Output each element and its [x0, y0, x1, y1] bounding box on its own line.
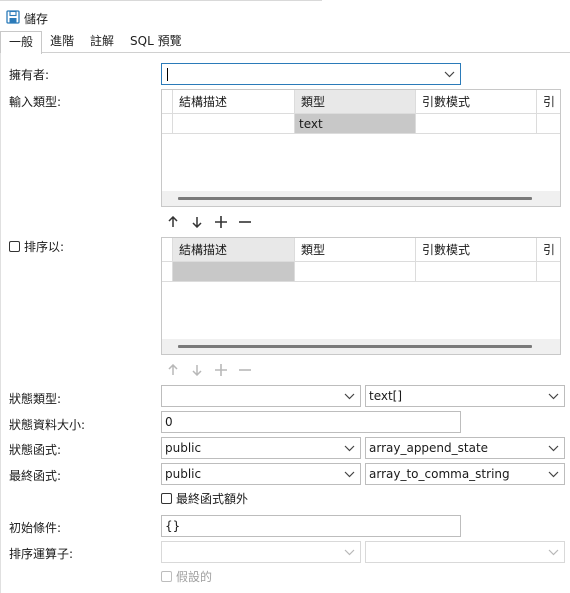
column-header-schema[interactable]: 結構描述	[173, 238, 295, 262]
chevron-down-icon	[344, 445, 355, 452]
cell-mode[interactable]	[416, 262, 537, 282]
owner-label: 擁有者:	[9, 68, 50, 82]
chevron-down-icon	[548, 393, 559, 400]
order-by-grid[interactable]: 結構描述 類型 引數模式 引	[161, 237, 561, 355]
scrollbar-thumb[interactable]	[178, 345, 532, 348]
cell-schema[interactable]	[173, 262, 295, 282]
state-type-schema-select[interactable]	[161, 385, 361, 407]
cell-schema[interactable]	[173, 114, 295, 134]
plus-icon	[215, 216, 227, 228]
final-func-schema-select[interactable]: public	[161, 463, 361, 485]
cell-mode[interactable]	[416, 114, 537, 134]
scrollbar-thumb[interactable]	[178, 197, 532, 200]
top-divider	[0, 0, 322, 1]
column-header-mode[interactable]: 引數模式	[416, 90, 537, 114]
chevron-down-icon	[444, 71, 455, 78]
sort-op-label: 排序運算子:	[9, 547, 74, 561]
final-func-select[interactable]: array_to_comma_string	[365, 463, 565, 485]
column-header-schema[interactable]: 結構描述	[173, 90, 295, 114]
chevron-down-icon	[548, 549, 559, 556]
sort-op-select[interactable]	[365, 541, 565, 563]
final-extra-label: 最終函式額外	[176, 492, 249, 506]
column-header-default[interactable]: 引	[537, 90, 560, 114]
checkbox-box[interactable]	[9, 241, 20, 252]
minus-icon	[239, 221, 251, 223]
save-label: 儲存	[24, 11, 49, 26]
move-down-button-disabled[interactable]	[190, 363, 204, 377]
chevron-down-icon	[344, 549, 355, 556]
state-type-select[interactable]: text[]	[365, 385, 565, 407]
tab-comment[interactable]: 註解	[82, 31, 122, 52]
horizontal-scrollbar[interactable]	[162, 339, 560, 354]
add-row-button[interactable]	[214, 215, 228, 229]
arrow-down-icon	[192, 217, 202, 228]
save-button[interactable]: 儲存	[6, 8, 48, 28]
tab-bar: 一般 進階 註解 SQL 預覽	[0, 31, 190, 54]
init-cond-label: 初始條件:	[9, 521, 62, 535]
init-cond-input[interactable]: {}	[161, 515, 461, 537]
input-types-label: 輸入類型:	[9, 95, 62, 109]
minus-icon	[239, 369, 251, 371]
hypothetical-label: 假設的	[176, 570, 213, 584]
final-extra-checkbox[interactable]: 最終函式額外	[161, 490, 248, 507]
add-row-button-disabled[interactable]	[214, 363, 228, 377]
text-cursor	[167, 67, 168, 81]
cell-type[interactable]	[295, 262, 416, 282]
state-size-label: 狀態資料大小:	[9, 418, 86, 432]
save-icon	[6, 9, 20, 27]
column-header-type[interactable]: 類型	[295, 238, 416, 262]
input-types-grid[interactable]: 結構描述 類型 引數模式 引 text	[161, 89, 561, 207]
chevron-down-icon	[344, 393, 355, 400]
owner-select[interactable]	[161, 63, 461, 85]
horizontal-scrollbar[interactable]	[162, 191, 560, 206]
checkbox-box[interactable]	[161, 493, 172, 504]
plus-icon	[215, 364, 227, 376]
cell-default[interactable]	[537, 262, 560, 282]
row-header[interactable]	[162, 114, 173, 134]
final-func-label: 最終函式:	[9, 469, 62, 483]
move-down-button[interactable]	[190, 215, 204, 229]
panel-left-border	[0, 53, 1, 593]
arrow-down-icon	[192, 365, 202, 376]
column-header-mode[interactable]: 引數模式	[416, 238, 537, 262]
row-header[interactable]	[162, 262, 173, 282]
remove-row-button-disabled[interactable]	[238, 363, 252, 377]
state-type-label: 狀態類型:	[9, 392, 62, 406]
checkbox-box[interactable]	[161, 571, 172, 582]
arrow-up-icon	[168, 364, 178, 375]
state-func-label: 狀態函式:	[9, 443, 62, 457]
grid-corner	[162, 238, 173, 262]
chevron-down-icon	[344, 471, 355, 478]
state-func-select[interactable]: array_append_state	[365, 437, 565, 459]
tab-general[interactable]: 一般	[0, 31, 43, 54]
tab-advanced[interactable]: 進階	[42, 31, 82, 52]
tab-sql-preview[interactable]: SQL 預覽	[122, 31, 190, 52]
arrow-up-icon	[168, 216, 178, 227]
move-up-button[interactable]	[166, 215, 180, 229]
state-size-input[interactable]: 0	[161, 411, 461, 433]
hypothetical-checkbox[interactable]: 假設的	[161, 568, 212, 585]
order-by-label: 排序以:	[24, 240, 65, 254]
chevron-down-icon	[548, 471, 559, 478]
column-header-type[interactable]: 類型	[295, 90, 416, 114]
order-by-checkbox[interactable]: 排序以:	[9, 238, 64, 255]
cell-default[interactable]	[537, 114, 560, 134]
cell-type[interactable]: text	[295, 114, 416, 134]
chevron-down-icon	[548, 445, 559, 452]
sort-op-schema-select[interactable]	[161, 541, 361, 563]
remove-row-button[interactable]	[238, 215, 252, 229]
grid-corner	[162, 90, 173, 114]
state-func-schema-select[interactable]: public	[161, 437, 361, 459]
move-up-button-disabled[interactable]	[166, 363, 180, 377]
column-header-default[interactable]: 引	[537, 238, 560, 262]
